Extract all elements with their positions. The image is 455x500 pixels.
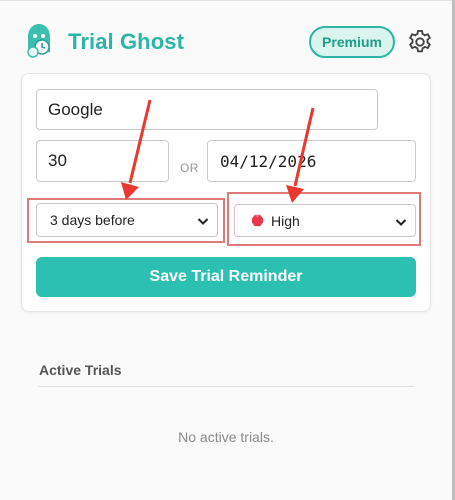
active-trials-heading: Active Trials xyxy=(39,362,122,378)
app-title: Trial Ghost xyxy=(68,29,185,54)
end-date-input[interactable]: 04/12/2026 xyxy=(207,140,416,182)
chevron-down-icon xyxy=(197,218,209,225)
reminder-select[interactable]: 3 days before xyxy=(36,203,218,237)
active-trials-divider xyxy=(38,386,414,387)
trial-days-input[interactable]: 30 xyxy=(36,140,169,182)
reminder-select-value: 3 days before xyxy=(50,212,135,228)
priority-select[interactable]: High xyxy=(234,204,416,237)
premium-button[interactable]: Premium xyxy=(309,26,395,58)
priority-select-value: High xyxy=(271,212,300,229)
header: Trial Ghost Premium xyxy=(0,0,452,74)
or-label: OR xyxy=(180,161,199,175)
red-gem-icon xyxy=(251,214,264,227)
service-name-input[interactable]: Google xyxy=(36,89,378,130)
save-trial-button[interactable]: Save Trial Reminder xyxy=(36,257,416,297)
chevron-down-icon xyxy=(395,219,407,226)
empty-trials-message: No active trials. xyxy=(178,429,274,445)
gear-icon[interactable] xyxy=(406,28,434,56)
ghost-logo-icon xyxy=(27,24,50,58)
